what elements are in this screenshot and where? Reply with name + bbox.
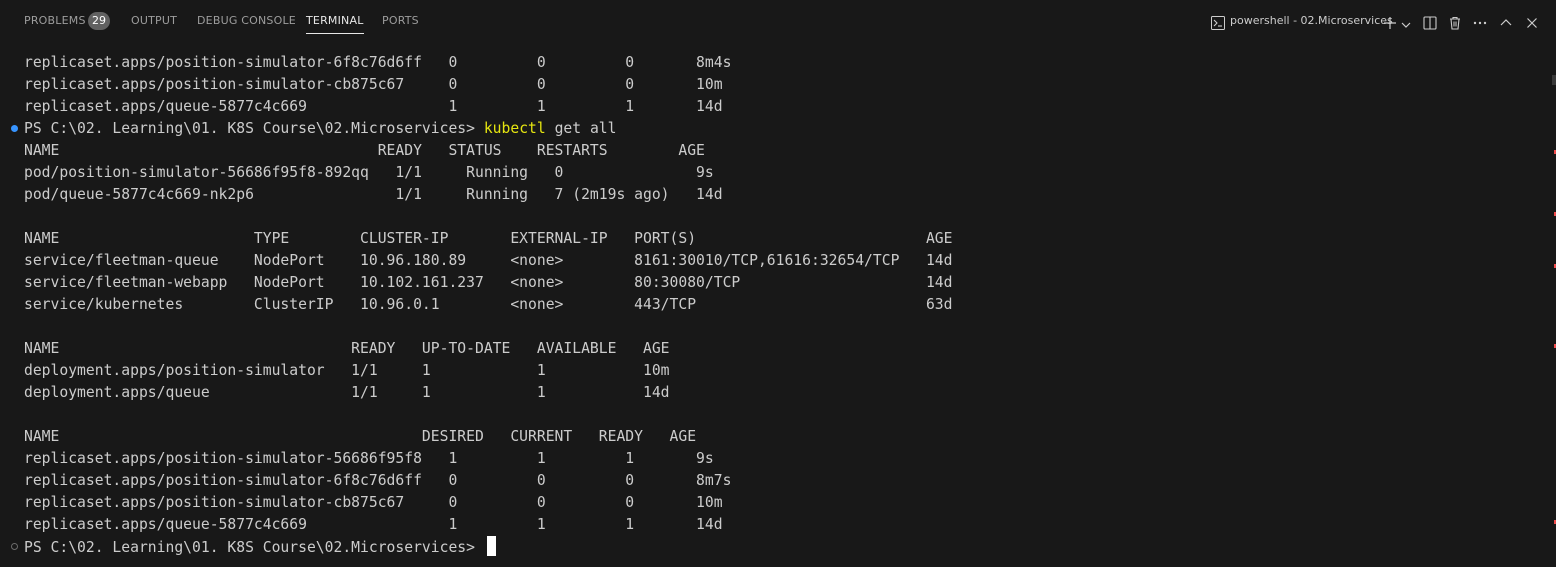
scrollbar-thumb[interactable] — [1552, 75, 1556, 85]
terminal-line: replicaset.apps/position-simulator-6f8c7… — [24, 472, 732, 489]
plus-icon[interactable] — [1382, 13, 1398, 33]
terminal-line: replicaset.apps/queue-5877c4c669 1 1 1 1… — [24, 98, 723, 115]
terminal-line: pod/queue-5877c4c669-nk2p6 1/1 Running 7… — [24, 186, 723, 203]
terminal-line: deployment.apps/position-simulator 1/1 1… — [24, 362, 670, 379]
tab-problems-label: PROBLEMS — [24, 14, 86, 27]
panel-tab-bar: PROBLEMS 29 OUTPUT DEBUG CONSOLE TERMINA… — [0, 0, 1556, 42]
chevron-up-icon[interactable] — [1498, 13, 1514, 33]
terminal-scrollbar[interactable] — [1550, 50, 1556, 560]
prompt-text: PS C:\02. Learning\01. K8S Course\02.Mic… — [24, 120, 484, 137]
terminal-line: NAME DESIRED CURRENT READY AGE — [24, 428, 697, 445]
terminal-line: replicaset.apps/position-simulator-6f8c7… — [24, 54, 732, 71]
command-decoration-icon[interactable] — [11, 125, 18, 132]
terminal-line: service/kubernetes ClusterIP 10.96.0.1 <… — [24, 296, 953, 313]
split-icon[interactable] — [1422, 13, 1438, 33]
tab-output[interactable]: OUTPUT — [131, 0, 177, 42]
terminal-line: pod/position-simulator-56686f95f8-892qq … — [24, 164, 714, 181]
terminal-line: replicaset.apps/queue-5877c4c669 1 1 1 1… — [24, 516, 723, 533]
active-tab-underline — [306, 33, 364, 34]
ellipsis-icon[interactable] — [1472, 13, 1488, 33]
terminal-instance-title[interactable]: powershell - 02.Microservices — [1230, 0, 1393, 42]
prompt-line: PS C:\02. Learning\01. K8S Course\02.Mic… — [24, 536, 496, 558]
terminal-icon[interactable] — [1210, 13, 1226, 33]
command-decoration-icon[interactable] — [11, 543, 18, 550]
tab-problems[interactable]: PROBLEMS — [24, 0, 86, 42]
tab-ports[interactable]: PORTS — [382, 0, 419, 42]
tab-output-label: OUTPUT — [131, 14, 178, 27]
problems-count-badge: 29 — [88, 12, 110, 30]
terminal-output[interactable]: replicaset.apps/position-simulator-6f8c7… — [0, 52, 1540, 562]
prompt-line: PS C:\02. Learning\01. K8S Course\02.Mic… — [24, 118, 616, 140]
trash-icon[interactable] — [1447, 13, 1463, 33]
prompt-text: PS C:\02. Learning\01. K8S Course\02.Mic… — [24, 539, 484, 556]
terminal-line: deployment.apps/queue 1/1 1 1 14d — [24, 384, 670, 401]
chevron-down-icon[interactable] — [1400, 15, 1412, 35]
terminal-line: replicaset.apps/position-simulator-cb875… — [24, 494, 723, 511]
tab-ports-label: PORTS — [382, 14, 419, 27]
command-name: kubectl — [483, 120, 546, 137]
terminal-cursor — [486, 536, 496, 556]
tab-terminal-label: TERMINAL — [306, 14, 364, 27]
tab-debug-console-label: DEBUG CONSOLE — [197, 14, 296, 27]
terminal-line: service/fleetman-webapp NodePort 10.102.… — [24, 274, 953, 291]
terminal-line: service/fleetman-queue NodePort 10.96.18… — [24, 252, 953, 269]
close-icon[interactable] — [1524, 13, 1540, 33]
command-args: get all — [545, 120, 617, 137]
terminal-line: NAME READY STATUS RESTARTS AGE — [24, 142, 705, 159]
tab-debug-console[interactable]: DEBUG CONSOLE — [197, 0, 296, 42]
terminal-panel: PROBLEMS 29 OUTPUT DEBUG CONSOLE TERMINA… — [0, 0, 1556, 567]
terminal-line: NAME READY UP-TO-DATE AVAILABLE AGE — [24, 340, 670, 357]
terminal-line: NAME TYPE CLUSTER-IP EXTERNAL-IP PORT(S)… — [24, 230, 953, 247]
terminal-line: replicaset.apps/position-simulator-cb875… — [24, 76, 723, 93]
tab-terminal[interactable]: TERMINAL — [306, 0, 364, 42]
terminal-line: replicaset.apps/position-simulator-56686… — [24, 450, 714, 467]
